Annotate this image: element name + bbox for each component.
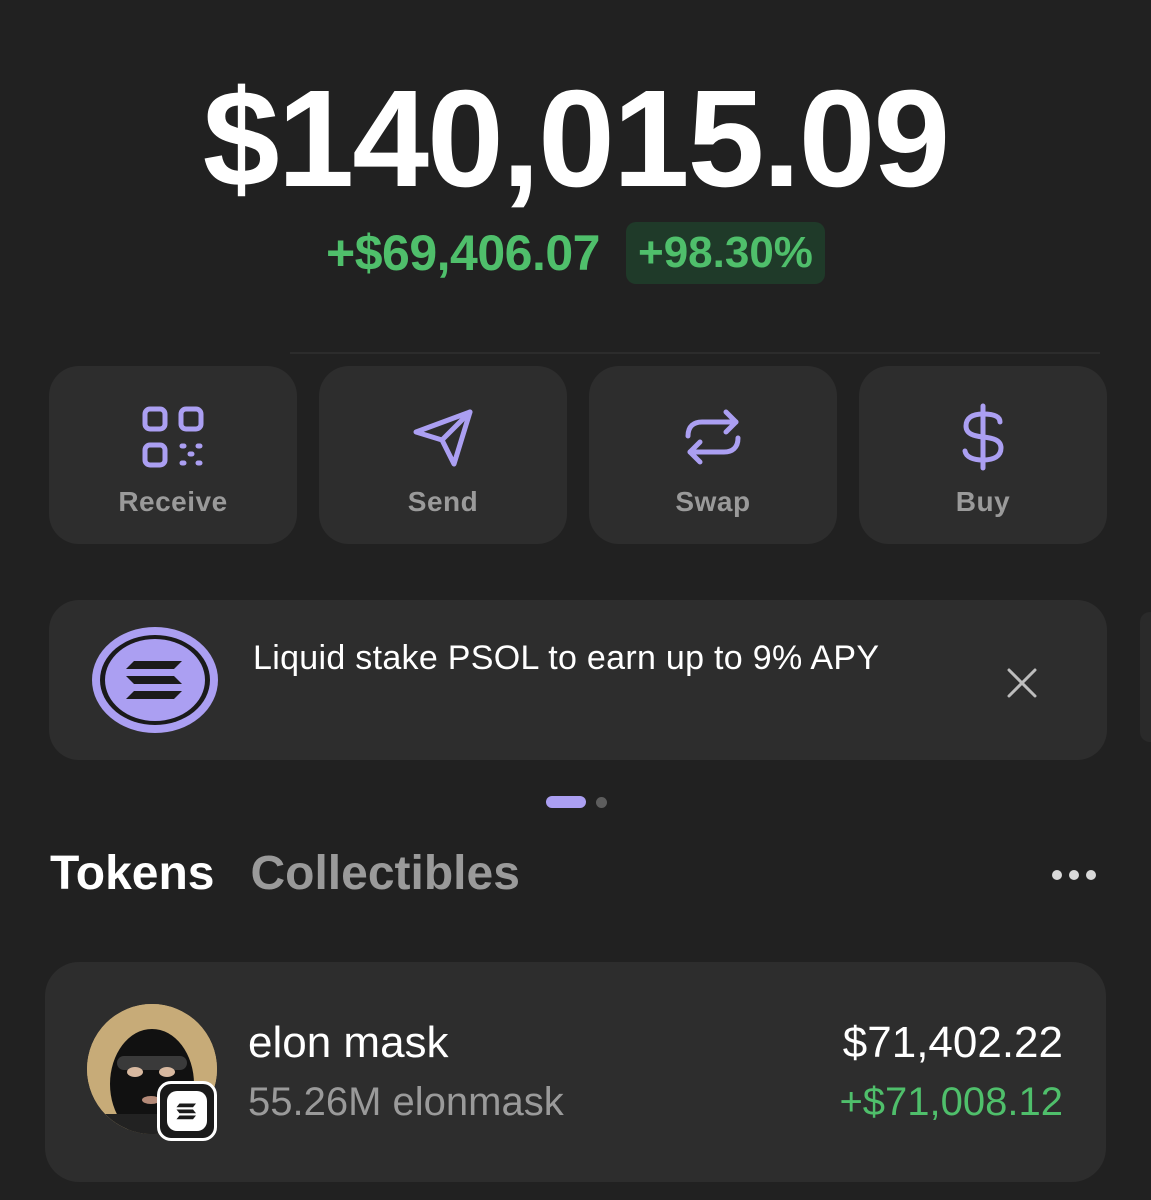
close-icon[interactable]: [1005, 666, 1039, 700]
token-amount: 55.26M elonmask: [248, 1080, 564, 1124]
receive-button[interactable]: Receive: [49, 366, 297, 544]
send-button[interactable]: Send: [319, 366, 567, 544]
qr-code-icon: [142, 406, 204, 468]
tab-collectibles[interactable]: Collectibles: [250, 846, 519, 901]
swap-label: Swap: [675, 486, 751, 517]
receive-label: Receive: [118, 486, 228, 517]
dollar-icon: [962, 403, 1004, 471]
more-dot: [1086, 870, 1096, 880]
buy-button[interactable]: Buy: [859, 366, 1107, 544]
solana-logo-icon: [92, 627, 218, 733]
next-promo-card-peek[interactable]: [1140, 612, 1151, 742]
token-name: elon mask: [248, 1018, 449, 1067]
promo-banner[interactable]: Liquid stake PSOL to earn up to 9% APY: [49, 600, 1107, 760]
action-buttons: Receive Send Swap Buy: [49, 366, 1107, 544]
tab-tokens[interactable]: Tokens: [50, 846, 214, 901]
buy-label: Buy: [955, 486, 1011, 517]
promo-text: Liquid stake PSOL to earn up to 9% APY: [253, 639, 880, 677]
portfolio-balance: $140,015.09: [202, 62, 950, 216]
send-label: Send: [407, 486, 479, 517]
token-change: +$71,008.12: [839, 1080, 1063, 1124]
carousel-pagination: [546, 796, 607, 808]
divider: [290, 352, 1100, 354]
token-value: $71,402.22: [842, 1018, 1063, 1067]
paper-plane-icon: [413, 409, 473, 467]
asset-tabs: Tokens Collectibles: [50, 846, 520, 901]
swap-arrows-icon: [685, 409, 741, 465]
swap-button[interactable]: Swap: [589, 366, 837, 544]
portfolio-change-row: +$69,406.07 +98.30%: [0, 222, 1151, 284]
more-dot: [1069, 870, 1079, 880]
pagination-dot[interactable]: [596, 796, 607, 808]
more-dot: [1052, 870, 1062, 880]
portfolio-change-amount: +$69,406.07: [326, 225, 600, 281]
portfolio-change-percent-badge: +98.30%: [626, 222, 825, 284]
token-row[interactable]: elon mask 55.26M elonmask $71,402.22 +$7…: [45, 962, 1106, 1182]
more-options-icon[interactable]: [1052, 870, 1096, 880]
pagination-dot-active[interactable]: [546, 796, 586, 808]
solana-chain-badge-icon: [157, 1081, 217, 1141]
